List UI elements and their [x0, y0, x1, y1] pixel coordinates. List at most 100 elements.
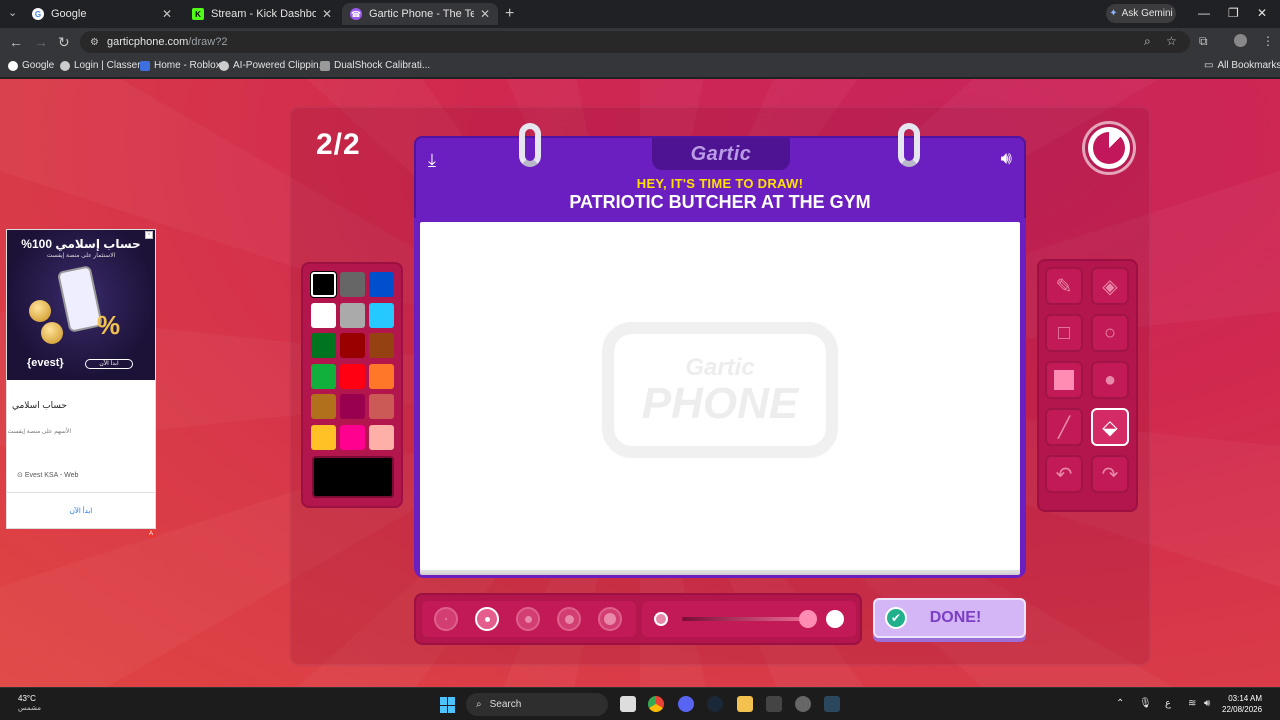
language-indicator[interactable]: ع	[1165, 698, 1171, 709]
color-swatch[interactable]	[311, 363, 336, 389]
filled-rectangle-tool-icon[interactable]	[1045, 361, 1083, 399]
brush-size-option[interactable]	[598, 607, 622, 631]
minimize-button[interactable]: —	[1198, 6, 1210, 20]
bookmark-roblox[interactable]: Home - Roblox	[140, 60, 221, 71]
color-swatch[interactable]	[369, 333, 394, 358]
taskbar-search[interactable]: ⌕ Search	[466, 693, 608, 716]
chrome-icon[interactable]	[648, 696, 664, 712]
brush-dot-icon	[604, 613, 616, 625]
color-swatch[interactable]	[340, 302, 365, 328]
ad-close-icon[interactable]: ×	[145, 231, 153, 239]
ad-source-label: Evest KSA - Web	[24, 472, 79, 479]
color-swatch[interactable]	[340, 272, 365, 297]
tab-google[interactable]: G Google ✕	[24, 3, 180, 25]
brush-size-option[interactable]	[475, 607, 499, 631]
drawing-canvas[interactable]: Gartic PHONE	[420, 222, 1020, 570]
forward-arrow-icon[interactable]: →	[34, 34, 48, 50]
color-swatch[interactable]	[340, 394, 365, 419]
back-arrow-icon[interactable]: ←	[9, 34, 23, 50]
tab-search-chevron-icon[interactable]: ⌄	[8, 6, 17, 19]
color-swatch[interactable]	[311, 333, 336, 358]
wifi-icon[interactable]: ≋	[1188, 698, 1196, 709]
site-info-icon[interactable]: ⚙	[90, 37, 99, 48]
download-icon[interactable]: ⤓	[428, 150, 436, 171]
bookmark-classera[interactable]: Login | Classera	[60, 60, 146, 71]
microphone-icon[interactable]: 🎙︎	[1139, 698, 1152, 709]
volume-icon[interactable]: 🔊︎	[1204, 698, 1210, 709]
color-swatch[interactable]	[340, 363, 365, 389]
steam-icon[interactable]	[824, 696, 840, 712]
eraser-tool-icon[interactable]: ◈	[1091, 267, 1129, 305]
filled-ellipse-tool-icon[interactable]: ●	[1091, 361, 1129, 399]
color-swatch[interactable]	[369, 363, 394, 389]
color-swatch[interactable]	[340, 424, 365, 450]
ask-gemini-button[interactable]: ✦ Ask Gemini	[1106, 4, 1176, 23]
fill-bucket-tool-icon[interactable]: ⬙	[1091, 408, 1129, 446]
undo-tool-icon[interactable]: ↶	[1045, 455, 1083, 493]
tool-panel: ✎ ◈ □ ○ ● ╱ ⬙ ↶ ↷	[1037, 259, 1138, 512]
bookmark-star-icon[interactable]: ☆	[1166, 34, 1177, 48]
address-bar[interactable]: ⚙ garticphone.com/draw?2	[80, 31, 1190, 53]
coin-icon	[41, 322, 63, 344]
brush-size-option[interactable]	[434, 607, 458, 631]
sound-icon[interactable]: 🔊︎	[1001, 148, 1012, 169]
new-tab-button[interactable]: +	[505, 5, 514, 23]
tab-kick-dashboard[interactable]: K Stream - Kick Dashboard ✕	[184, 3, 340, 25]
window-close-button[interactable]: ✕	[1257, 6, 1267, 20]
pencil-tool-icon[interactable]: ✎	[1045, 267, 1083, 305]
ad-image-cta[interactable]: ابدأ الآن	[85, 359, 133, 369]
reload-icon[interactable]: ↻	[58, 34, 70, 51]
close-icon[interactable]: ✕	[480, 7, 490, 21]
steam-icon[interactable]	[707, 696, 723, 712]
color-swatch[interactable]	[369, 394, 394, 419]
profile-avatar[interactable]	[1234, 34, 1247, 47]
color-swatch[interactable]	[340, 333, 365, 358]
color-swatch[interactable]	[369, 302, 394, 328]
roblox-icon	[140, 60, 150, 71]
opacity-slider-thumb[interactable]	[799, 610, 818, 628]
ad-cta-link[interactable]: ابدأ الآن	[7, 507, 155, 515]
color-swatch[interactable]	[311, 394, 336, 419]
restore-button[interactable]: ❐	[1228, 6, 1239, 20]
bookmark-google[interactable]: Google	[8, 60, 54, 71]
brush-size-option[interactable]	[516, 607, 540, 631]
weather-widget[interactable]: 43°C مشمس	[18, 694, 41, 714]
sidebar-ad[interactable]: حساب إسلامي 100% الاستثمار على منصة إيفس…	[6, 229, 156, 529]
bookmark-ai-clipping[interactable]: AI-Powered Clippin...	[219, 60, 327, 71]
opacity-slider-track[interactable]	[682, 617, 812, 621]
gemini-icon: ✦	[1109, 8, 1118, 19]
line-tool-icon[interactable]: ╱	[1045, 408, 1083, 446]
color-swatch[interactable]	[311, 424, 336, 450]
all-bookmarks[interactable]: ▭ All Bookmarks	[1204, 60, 1280, 71]
windows-start-icon[interactable]	[440, 697, 456, 713]
settings-gear-icon[interactable]	[795, 696, 811, 712]
chevron-up-icon[interactable]: ⌃	[1116, 698, 1124, 709]
extensions-icon[interactable]: ⧉	[1199, 34, 1208, 49]
ellipse-tool-icon[interactable]: ○	[1091, 314, 1129, 352]
discord-icon[interactable]	[678, 696, 694, 712]
taskbar-clock[interactable]: 03:14 AM 22/08/2026	[1222, 693, 1262, 715]
redo-tool-icon[interactable]: ↷	[1091, 455, 1129, 493]
close-icon[interactable]: ✕	[162, 7, 172, 21]
draw-instruction: HEY, IT'S TIME TO DRAW!	[636, 176, 804, 191]
close-icon[interactable]: ✕	[322, 7, 332, 21]
task-view-icon[interactable]	[620, 696, 636, 712]
brush-size-option[interactable]	[557, 607, 581, 631]
adchoices-icon[interactable]: A	[147, 530, 155, 538]
done-button[interactable]: ✔ DONE!	[873, 598, 1026, 638]
current-color-preview[interactable]	[312, 456, 394, 498]
zoom-icon[interactable]: ⌕	[1144, 34, 1151, 49]
file-explorer-icon[interactable]	[737, 696, 753, 712]
color-swatch[interactable]	[311, 272, 336, 297]
color-swatch[interactable]	[311, 302, 336, 328]
menu-kebab-icon[interactable]: ⋮	[1262, 34, 1274, 48]
bookmark-dualshock[interactable]: DualShock Calibrati...	[320, 60, 430, 71]
rectangle-tool-icon[interactable]: □	[1045, 314, 1083, 352]
ad-image[interactable]: حساب إسلامي 100% الاستثمار على منصة إيفس…	[7, 230, 155, 380]
app-icon[interactable]	[766, 696, 782, 712]
tab-gartic-phone[interactable]: ☎ Gartic Phone - The Telephone G ✕	[342, 3, 498, 25]
color-swatch[interactable]	[369, 424, 394, 450]
ad-subline: الاستثمار على منصة إيفست	[46, 253, 116, 259]
ad-title[interactable]: حساب اسلامي	[12, 400, 67, 411]
color-swatch[interactable]	[369, 272, 394, 297]
